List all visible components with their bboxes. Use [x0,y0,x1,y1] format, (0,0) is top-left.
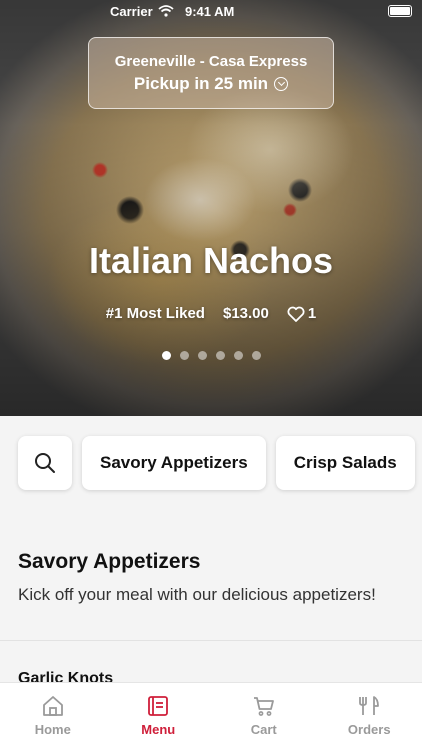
featured-badge: #1 Most Liked [105,305,205,322]
status-bar: Carrier 9:41 AM [0,0,422,24]
location-selector[interactable]: Greeneville - Casa Express Pickup in 25 … [88,37,334,109]
search-button[interactable] [18,436,72,490]
wifi-icon [158,5,174,17]
cart-icon [253,697,274,716]
category-chip-savory-appetizers[interactable]: Savory Appetizers [82,436,266,490]
carousel-dot[interactable] [179,351,189,360]
featured-meta: #1 Most Liked $13.00 1 [0,305,422,322]
carousel-dot[interactable] [251,351,261,360]
like-count: 1 [307,305,317,322]
tab-cart[interactable]: Cart [211,683,317,750]
battery-icon [388,5,412,17]
carousel-dot[interactable] [233,351,243,360]
chevron-down-icon [274,77,289,91]
tab-orders[interactable]: Orders [317,683,422,750]
section-description: Kick off your meal with our delicious ap… [18,585,376,604]
tab-menu[interactable]: Menu [106,683,212,750]
home-icon [42,696,63,716]
carousel-indicator[interactable] [0,351,422,360]
category-filter-bar: Savory Appetizers Crisp Salads [18,436,415,490]
tab-label: Orders [347,722,391,737]
tab-home[interactable]: Home [0,683,106,750]
carousel-dot[interactable] [197,351,207,360]
pickup-label: Pickup in 25 min [133,74,269,93]
tab-label: Menu [141,722,176,737]
clock: 9:41 AM [185,4,235,19]
orders-icon [359,696,380,715]
search-icon [35,453,55,473]
pickup-time: Pickup in 25 min [133,74,289,94]
carousel-dot[interactable] [161,351,171,360]
bottom-tab-bar: Home Menu Cart Orders [0,682,422,750]
carrier-label: Carrier [110,4,153,19]
category-chip-crisp-salads[interactable]: Crisp Salads [275,436,415,490]
heart-icon [287,306,305,322]
featured-hero[interactable]: Carrier 9:41 AM Greeneville - Casa Expre… [0,0,422,416]
tab-label: Home [34,722,71,737]
tab-label: Cart [250,722,277,737]
carousel-dot[interactable] [215,351,225,360]
featured-price: $13.00 [222,305,269,322]
featured-title: Italian Nachos [88,240,334,281]
location-name: Greeneville - Casa Express [114,53,308,70]
divider [0,640,422,641]
menu-icon [148,696,169,716]
like-button[interactable]: 1 [287,305,316,322]
section-title: Savory Appetizers [18,550,201,573]
